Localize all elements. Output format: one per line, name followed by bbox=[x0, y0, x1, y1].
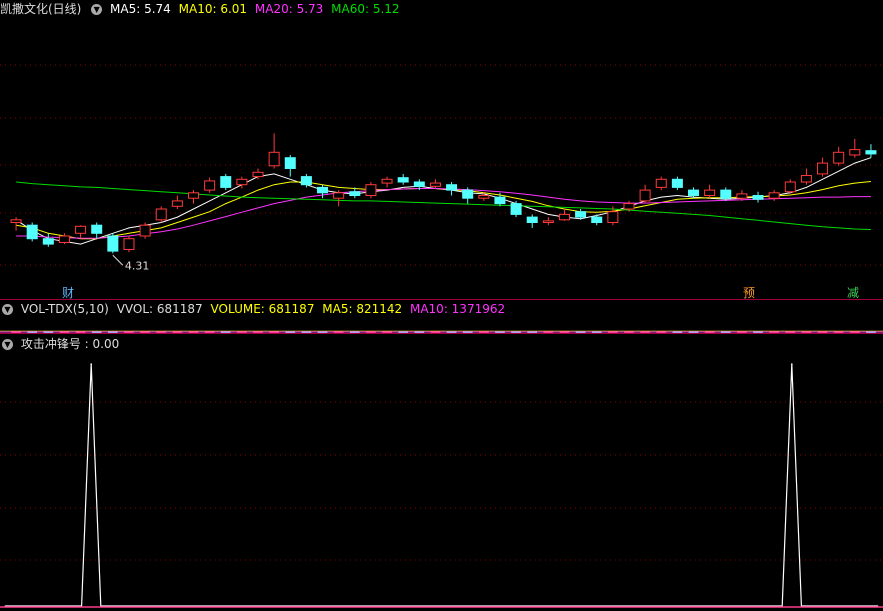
signal-peak bbox=[90, 363, 92, 365]
signal-line bbox=[4, 364, 879, 607]
signal-peak bbox=[791, 363, 793, 365]
signal-chart[interactable] bbox=[0, 0, 883, 611]
